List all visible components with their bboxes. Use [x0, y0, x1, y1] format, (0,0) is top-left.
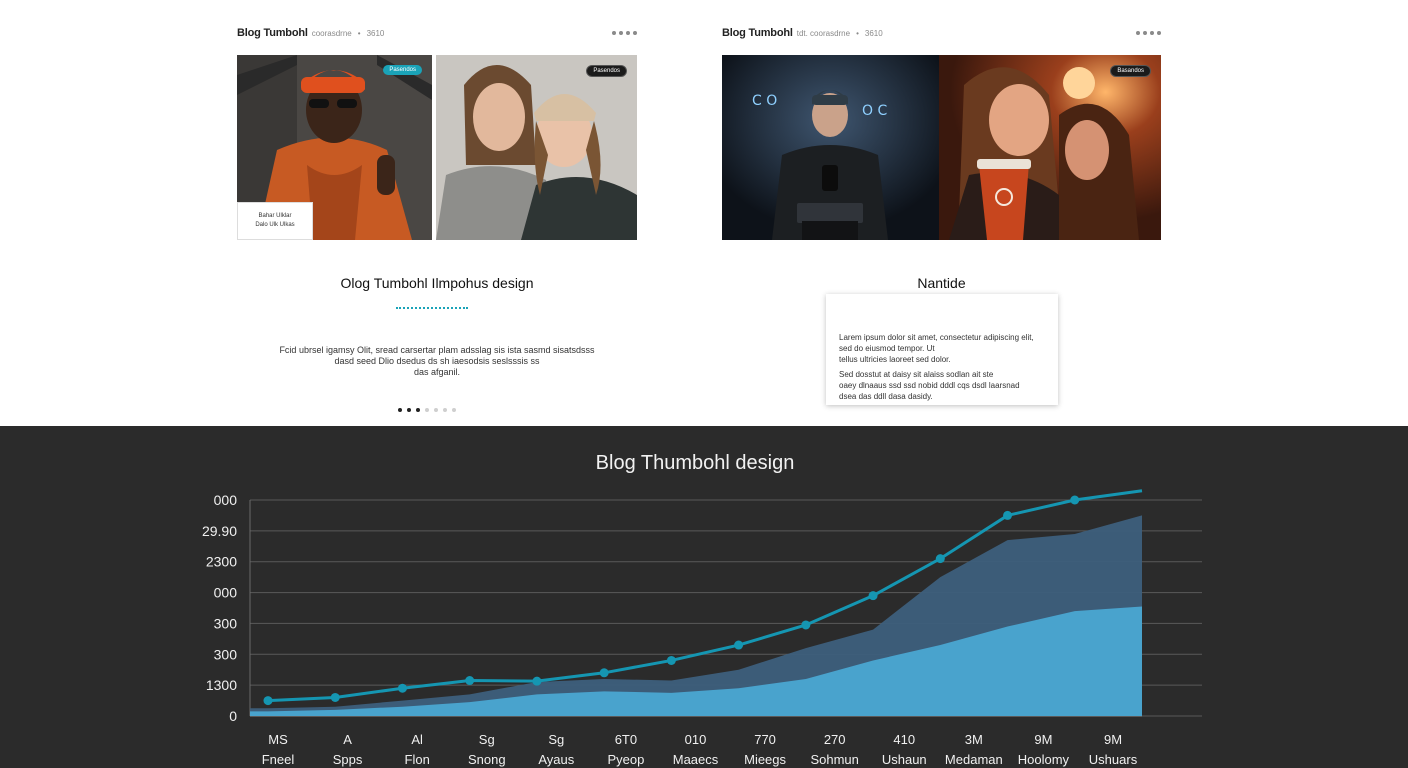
x-tick-sublabel: Mieegs — [744, 752, 786, 767]
y-tick-label: 29.90 — [202, 523, 237, 539]
data-point — [801, 620, 811, 630]
x-tick-sublabel: Ushuars — [1089, 752, 1138, 767]
data-point — [734, 640, 744, 650]
x-tick-label: MS — [268, 732, 288, 747]
area-chart: 000 29.90 2300 000 300 300 1300 0 MS Fneel A Spps A… — [202, 489, 1202, 767]
data-point — [263, 696, 273, 706]
x-tick-sublabel: Spps — [333, 752, 363, 767]
x-tick-label: 010 — [685, 732, 707, 747]
x-tick-label: Sg — [479, 732, 495, 747]
data-point — [465, 676, 475, 686]
x-tick-sublabel: Sohmun — [810, 752, 858, 767]
x-tick-label: 3M — [965, 732, 983, 747]
x-tick-label: 9M — [1034, 732, 1052, 747]
y-tick-label: 000 — [214, 492, 238, 508]
x-tick-label: Sg — [548, 732, 564, 747]
data-point — [935, 554, 945, 564]
x-tick-label: Al — [411, 732, 423, 747]
y-tick-label: 1300 — [206, 677, 237, 693]
y-tick-label: 300 — [214, 615, 238, 631]
x-tick-label: 9M — [1104, 732, 1122, 747]
page: Blog Tumbohl coorasdrne • 3610 Pasendos … — [0, 0, 1408, 768]
data-point — [666, 655, 676, 665]
x-tick-sublabel: Pyeop — [607, 752, 644, 767]
x-tick-sublabel: Snong — [468, 752, 506, 767]
x-tick-label: 410 — [893, 732, 915, 747]
x-tick-sublabel: Maaecs — [673, 752, 719, 767]
x-tick-label: 6T0 — [615, 732, 637, 747]
data-point — [330, 692, 340, 702]
data-point — [532, 676, 542, 686]
y-tick-label: 0 — [229, 708, 237, 724]
x-tick-sublabel: Hoolomy — [1018, 752, 1070, 767]
x-tick-sublabel: Fneel — [262, 752, 295, 767]
x-tick-label: A — [343, 732, 352, 747]
x-tick-sublabel: Ayaus — [538, 752, 574, 767]
x-tick-sublabel: Ushaun — [882, 752, 927, 767]
data-point — [1070, 495, 1080, 505]
x-tick-label: 770 — [754, 732, 776, 747]
x-tick-sublabel: Flon — [405, 752, 430, 767]
y-tick-label: 000 — [214, 585, 238, 601]
x-tick-sublabel: Medaman — [945, 752, 1003, 767]
data-point — [868, 591, 878, 601]
y-tick-label: 300 — [214, 646, 238, 662]
data-point — [397, 683, 407, 693]
x-tick-label: 270 — [824, 732, 846, 747]
y-tick-label: 2300 — [206, 554, 237, 570]
data-point — [1003, 510, 1013, 520]
data-point — [599, 668, 609, 678]
